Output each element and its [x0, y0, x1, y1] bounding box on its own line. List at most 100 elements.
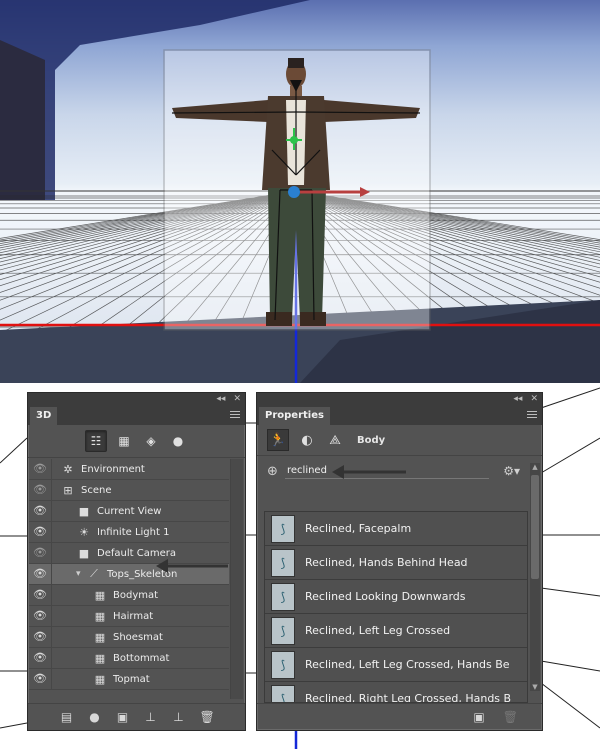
chevron-down-icon[interactable]: ▾ — [76, 569, 86, 579]
eye-icon[interactable]: 👁 — [29, 648, 52, 668]
pose-item[interactable]: ⟆ Reclined Looking Downwards — [265, 580, 527, 614]
pose-thumbnail-icon: ⟆ — [271, 582, 295, 611]
eye-icon[interactable]: 👁 — [29, 564, 52, 584]
properties-mode-bar: 🏃 ◐ ⟁ Body — [257, 425, 542, 456]
eye-icon[interactable]: 👁 — [29, 459, 52, 479]
layer-type-icon: ✲ — [63, 462, 73, 476]
layer-type-icon: ▦ — [94, 630, 106, 644]
layer-row[interactable]: 👁 ✲ Environment — [29, 459, 229, 480]
pose-thumbnail-icon: ⟆ — [271, 684, 295, 702]
material-filter-icon[interactable]: ◈ — [141, 431, 161, 451]
scroll-thumb[interactable] — [531, 475, 539, 579]
pose-scrollbar[interactable]: ▲ ▼ — [530, 463, 540, 691]
panel-3d-bottombar: ▤ ● ▣ ⊥ ⊥ 🗑 — [28, 703, 245, 730]
tab-properties[interactable]: Properties — [259, 407, 330, 425]
pose-label: Reclined, Hands Behind Head — [305, 556, 468, 569]
pose-item[interactable]: ⟆ Reclined, Hands Behind Head — [265, 546, 527, 580]
layer-type-icon: ⊞ — [63, 483, 73, 497]
scroll-up-icon[interactable]: ▲ — [530, 463, 540, 471]
pose-label: Reclined, Right Leg Crossed, Hands B — [305, 692, 512, 703]
close-icon[interactable]: ✕ — [233, 394, 241, 404]
trash-icon[interactable]: 🗑 — [200, 710, 215, 724]
body-pose-icon[interactable]: 🏃 — [267, 429, 289, 451]
tab-3d[interactable]: 3D — [30, 407, 58, 425]
layer-label: Shoesmat — [113, 631, 163, 643]
coordinates-icon[interactable]: ⟁ — [325, 430, 345, 450]
section-label: Body — [357, 434, 386, 446]
eye-icon[interactable]: 👁 — [29, 522, 52, 542]
eye-icon[interactable]: 👁 — [29, 585, 52, 605]
layer-row[interactable]: 👁 ▦ Bodymat — [29, 585, 229, 606]
layer-label: Scene — [81, 484, 112, 496]
scene-canvas[interactable] — [0, 0, 600, 383]
pose-item[interactable]: ⟆ Reclined, Right Leg Crossed, Hands B — [265, 682, 527, 703]
material-new-icon[interactable]: ▣ — [116, 710, 130, 724]
pose-thumbnail-icon: ⟆ — [271, 514, 295, 543]
filter-toolbar: ☷ ▦ ◈ ● — [28, 425, 245, 458]
layer-label: Current View — [97, 505, 162, 517]
scroll-down-icon[interactable]: ▼ — [530, 683, 540, 691]
eye-icon[interactable]: 👁 — [29, 543, 52, 563]
panel-props-topbar: ◂◂ ✕ — [257, 393, 542, 405]
layer-label: Hairmat — [113, 610, 154, 622]
pose-label: Reclined, Facepalm — [305, 522, 412, 535]
eye-icon[interactable]: 👁 — [29, 606, 52, 626]
eye-icon[interactable]: 👁 — [29, 501, 52, 521]
panel-menu-icon[interactable] — [230, 411, 240, 420]
pose-thumbnail-icon: ⟆ — [271, 650, 295, 679]
layer-label: Tops_Skeleton — [107, 568, 178, 580]
layer-type-icon: ▦ — [94, 672, 106, 686]
scene-filter-icon[interactable]: ☷ — [85, 430, 107, 452]
layer-row[interactable]: 👁 ⊞ Scene — [29, 480, 229, 501]
3d-viewport[interactable] — [0, 0, 600, 383]
ground-icon[interactable]: ⊥ — [144, 710, 158, 724]
3d-panel: ◂◂ ✕ 3D ☷ ▦ ◈ ● 👁 ✲ Environment 👁 ⊞ Scene 👁 ■ Curre… — [27, 392, 246, 731]
layer-row[interactable]: 👁 ▦ Shoesmat — [29, 627, 229, 648]
pose-item[interactable]: ⟆ Reclined, Facepalm — [265, 512, 527, 546]
layer-row[interactable]: 👁 ■ Current View — [29, 501, 229, 522]
eye-icon[interactable]: 👁 — [29, 669, 52, 689]
pose-search-row: ⊕ ⚙▾ — [257, 456, 542, 486]
layer-row[interactable]: 👁 ▦ Hairmat — [29, 606, 229, 627]
mesh-new-icon[interactable]: ▤ — [60, 710, 74, 724]
pose-search-input[interactable] — [285, 463, 489, 479]
panel-menu-icon[interactable] — [527, 411, 537, 420]
properties-panel: ◂◂ ✕ Properties 🏃 ◐ ⟁ Body ⊕ ⚙▾ ⟆ Recline… — [256, 392, 543, 731]
trash-icon[interactable]: 🗑 — [503, 710, 518, 724]
gear-icon[interactable]: ⚙▾ — [503, 464, 520, 478]
pose-label: Reclined, Left Leg Crossed, Hands Be — [305, 658, 510, 671]
pose-label: Reclined, Left Leg Crossed — [305, 624, 451, 637]
light-filter-icon[interactable]: ● — [168, 431, 188, 451]
pose-thumbnail-icon: ⟆ — [271, 616, 295, 645]
eye-icon[interactable]: 👁 — [29, 480, 52, 500]
light-new-icon[interactable]: ● — [88, 710, 102, 724]
layer-row[interactable]: 👁 ▦ Bottommat — [29, 648, 229, 669]
pose-label: Reclined Looking Downwards — [305, 590, 466, 603]
layer-row[interactable]: 👁 ▾ ⟋ Tops_Skeleton — [29, 564, 229, 585]
eye-icon[interactable]: 👁 — [29, 627, 52, 647]
layer-row[interactable]: 👁 ☀ Infinite Light 1 — [29, 522, 229, 543]
layer-type-icon: ▦ — [94, 651, 106, 665]
layer-scrollbar[interactable] — [230, 459, 243, 699]
layer-type-icon: ▦ — [94, 609, 106, 623]
layer-label: Infinite Light 1 — [97, 526, 170, 538]
collapse-icon[interactable]: ◂◂ — [513, 394, 522, 404]
panel-3d-topbar: ◂◂ ✕ — [28, 393, 245, 405]
search-icon: ⊕ — [267, 463, 278, 479]
layer-label: Bodymat — [113, 589, 159, 601]
new-icon[interactable]: ▣ — [473, 710, 484, 724]
layer-label: Environment — [81, 463, 145, 475]
layer-label: Bottommat — [113, 652, 170, 664]
pose-item[interactable]: ⟆ Reclined, Left Leg Crossed — [265, 614, 527, 648]
layer-row[interactable]: 👁 ▦ Topmat — [29, 669, 229, 690]
close-icon[interactable]: ✕ — [530, 394, 538, 404]
drop-to-plane-icon[interactable]: ⊥ — [172, 710, 186, 724]
mask-icon[interactable]: ◐ — [297, 430, 317, 450]
pose-item[interactable]: ⟆ Reclined, Left Leg Crossed, Hands Be — [265, 648, 527, 682]
layer-row[interactable]: 👁 ■ Default Camera — [29, 543, 229, 564]
mesh-filter-icon[interactable]: ▦ — [114, 431, 134, 451]
collapse-icon[interactable]: ◂◂ — [216, 394, 225, 404]
panel-props-tabbar: Properties — [257, 405, 542, 425]
pose-list: ⟆ Reclined, Facepalm ⟆ Reclined, Hands Behi… — [264, 511, 528, 703]
layer-type-icon: ☀ — [79, 525, 89, 539]
